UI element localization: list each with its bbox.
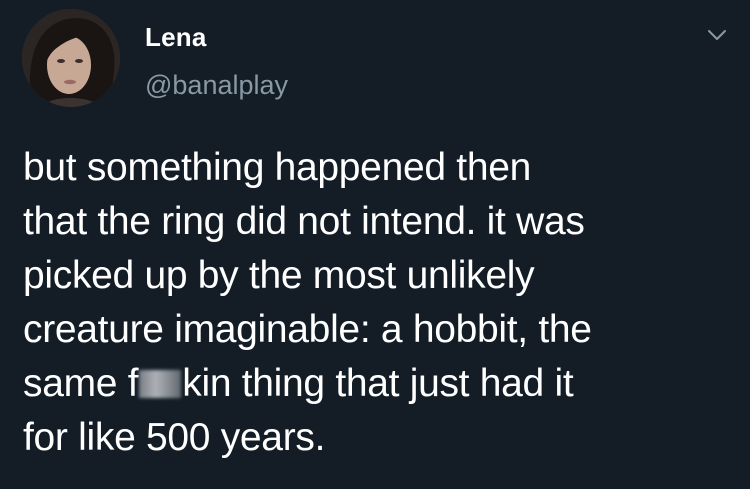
- tweet-text-line: that the ring did not intend. it was: [23, 200, 585, 243]
- tweet-text-segment: kin thing that just had it: [182, 362, 574, 405]
- avatar[interactable]: [22, 9, 120, 107]
- tweet-text-line: for like 500 years.: [23, 416, 326, 459]
- tweet-text-line: creature imaginable: a hobbit, the: [23, 308, 592, 351]
- chevron-down-icon[interactable]: [706, 27, 728, 43]
- display-name[interactable]: Lena: [145, 22, 206, 53]
- tweet-text: but something happened then that the rin…: [23, 141, 738, 465]
- tweet-text-line: same f kin thing that just had it: [23, 357, 738, 411]
- user-handle[interactable]: @banalplay: [145, 70, 288, 101]
- tweet-text-line: but something happened then: [23, 146, 531, 189]
- tweet-text-segment: same f: [23, 362, 139, 405]
- tweet-text-line: picked up by the most unlikely: [23, 254, 535, 297]
- profile-photo-avatar: [22, 9, 120, 107]
- tweet: Lena @banalplay but something happened t…: [0, 0, 750, 489]
- censor-blur: [139, 370, 182, 398]
